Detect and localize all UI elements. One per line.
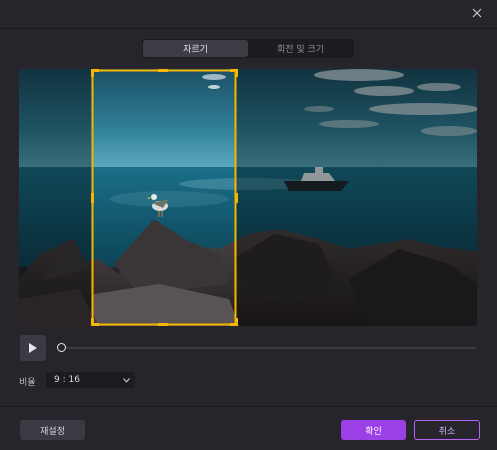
crop-handle-bottom[interactable] (158, 323, 168, 326)
dim-left (19, 69, 92, 326)
ratio-value: 9 : 16 (54, 375, 80, 385)
play-icon (29, 343, 37, 353)
cancel-button[interactable]: 취소 (414, 420, 480, 440)
reset-button[interactable]: 재설정 (20, 420, 85, 440)
ratio-label: 비율 (19, 378, 36, 388)
ratio-select[interactable]: 9 : 16 (46, 372, 135, 388)
header-divider (0, 28, 497, 29)
dim-right (235, 69, 477, 326)
ok-button[interactable]: 확인 (341, 420, 406, 440)
video-preview (19, 69, 477, 326)
mode-tabs: 자르기 회전 및 크기 (142, 39, 354, 58)
tab-rotate-resize[interactable]: 회전 및 크기 (248, 40, 353, 57)
crop-handle-right[interactable] (235, 193, 238, 203)
crop-handle-top[interactable] (158, 69, 168, 72)
close-button[interactable] (466, 3, 488, 23)
tab-crop[interactable]: 자르기 (143, 40, 248, 57)
crop-handle-left[interactable] (91, 193, 94, 203)
chevron-down-icon (123, 377, 130, 383)
play-button[interactable] (20, 335, 46, 361)
footer-divider (0, 406, 497, 407)
close-icon (472, 8, 482, 18)
crop-dialog: 자르기 회전 및 크기 비율 9: 16 재설정 확인 취소 (0, 0, 497, 450)
timeline-track[interactable] (66, 347, 476, 349)
timeline-playhead[interactable] (57, 343, 66, 352)
